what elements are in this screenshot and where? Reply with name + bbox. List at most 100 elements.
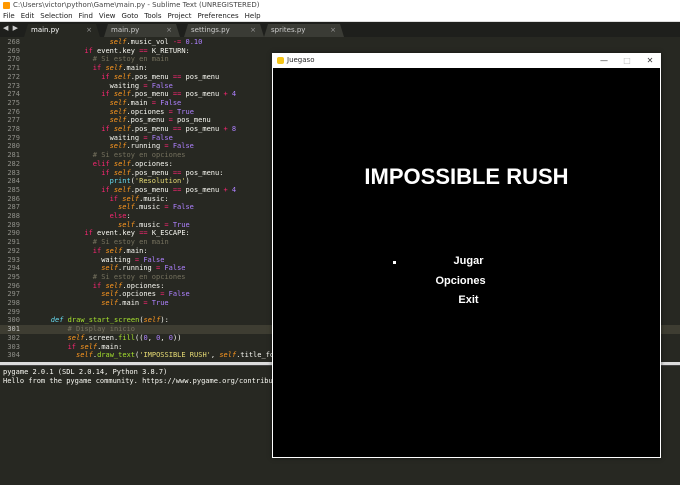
menu-project[interactable]: Project <box>165 11 195 22</box>
code-token: .running <box>126 142 165 151</box>
tab-close-icon[interactable]: × <box>330 24 336 37</box>
code-token: waiting <box>101 255 135 264</box>
window-titlebar: C:\Users\victor\python\Game\main.py - Su… <box>0 0 680 11</box>
menu-option-jugar[interactable]: Jugar <box>275 255 662 267</box>
tab-sprites-py[interactable]: sprites.py × <box>264 24 344 37</box>
code-text: waiting = False <box>110 134 173 143</box>
code-line[interactable]: 268 self.music_vol -= 0.10 <box>0 38 680 47</box>
line-number: 288 <box>7 212 20 220</box>
code-token: # Si estoy en opciones <box>92 151 186 160</box>
code-token: self <box>76 351 93 360</box>
code-token: self <box>105 64 123 73</box>
code-token: self <box>109 116 127 125</box>
code-token: self <box>101 290 119 299</box>
code-token: self <box>118 220 135 229</box>
tab-main-py-2[interactable]: main.py × <box>104 24 180 37</box>
tab-close-icon[interactable]: × <box>166 24 172 37</box>
pygame-snake-icon <box>277 57 284 64</box>
game-canvas[interactable]: IMPOSSIBLE RUSH Jugar Opciones Exit <box>273 68 660 457</box>
code-token: .music: <box>139 194 169 203</box>
code-text: print('Resolution') <box>110 177 190 186</box>
menu-goto[interactable]: Goto <box>119 11 142 22</box>
menu-option-exit[interactable]: Exit <box>275 294 662 306</box>
tab-close-icon[interactable]: × <box>86 24 92 37</box>
code-token: ) <box>185 177 190 186</box>
code-token: .main <box>126 98 152 107</box>
pygame-window[interactable]: Juegaso — □ ✕ IMPOSSIBLE RUSH Jugar Opci… <box>272 53 661 458</box>
pygame-window-titlebar[interactable]: Juegaso — □ ✕ <box>272 53 661 68</box>
close-icon[interactable]: ✕ <box>639 53 661 68</box>
menu-edit[interactable]: Edit <box>18 11 38 22</box>
line-number: 300 <box>7 316 20 325</box>
code-token: self <box>109 142 127 151</box>
code-token: .screen. <box>84 333 119 342</box>
game-title: IMPOSSIBLE RUSH <box>364 164 569 189</box>
code-token: True <box>172 220 190 229</box>
line-number: 297 <box>7 290 20 299</box>
line-number: 273 <box>7 81 20 90</box>
line-number: 274 <box>7 90 20 99</box>
code-token: 0.10 <box>181 38 203 46</box>
line-number: 292 <box>7 246 20 255</box>
menu-preferences[interactable]: Preferences <box>194 11 241 22</box>
code-token: 'IMPOSSIBLE RUSH' <box>139 351 211 360</box>
line-number: 296 <box>7 281 20 290</box>
line-number: 277 <box>7 116 20 125</box>
code-token: 'Resolution' <box>134 177 186 186</box>
code-token: .main <box>118 299 144 307</box>
menu-find[interactable]: Find <box>76 11 96 22</box>
code-token: -= <box>172 38 182 46</box>
code-token: # Si estoy en main <box>92 238 169 247</box>
tab-close-icon[interactable]: × <box>250 24 256 37</box>
menu-file[interactable]: File <box>0 11 18 22</box>
menu-view[interactable]: View <box>96 11 119 22</box>
code-token: .opciones: <box>130 159 173 168</box>
line-number: 283 <box>7 168 20 177</box>
code-token: if <box>101 185 110 194</box>
menu-tools[interactable]: Tools <box>141 11 164 22</box>
code-token: self <box>113 90 131 99</box>
line-number: 293 <box>7 255 20 264</box>
code-text: if self.main: <box>93 247 148 256</box>
tab-label: main.py <box>31 26 60 34</box>
code-token: event.key <box>92 229 140 238</box>
code-token: if <box>92 281 102 290</box>
code-text: self.music = True <box>118 221 190 230</box>
code-text: if self.main: <box>93 64 148 73</box>
menu-selection[interactable]: Selection <box>37 11 75 22</box>
menu-help[interactable]: Help <box>242 11 264 22</box>
menu-option-opciones[interactable]: Opciones <box>267 275 654 287</box>
code-token: .running <box>118 264 156 273</box>
console-line: Hello from the pygame community. https:/… <box>3 377 286 385</box>
code-token: 8 <box>227 125 237 133</box>
pygame-window-title: Juegaso <box>287 56 315 64</box>
code-token: # Display inicio <box>67 325 136 334</box>
code-text: self.music_vol -= 0.10 <box>110 38 203 47</box>
code-token: self <box>109 38 127 46</box>
code-token: pos_menu <box>181 125 224 133</box>
code-token: if <box>101 90 110 99</box>
code-token: if <box>101 168 110 177</box>
code-token: ): <box>160 316 169 325</box>
line-number: 268 <box>7 38 20 46</box>
code-token: .pos_menu <box>130 125 173 133</box>
code-token: K_RETURN: <box>147 46 190 55</box>
maximize-icon[interactable]: □ <box>616 53 638 68</box>
line-number: 286 <box>7 194 20 203</box>
code-text: waiting = False <box>101 256 164 265</box>
tab-settings-py[interactable]: settings.py × <box>184 24 264 37</box>
tab-main-py[interactable]: main.py × <box>24 24 100 37</box>
minimize-icon[interactable]: — <box>593 53 615 68</box>
code-token: # Si estoy en main <box>92 55 169 64</box>
line-number: 302 <box>7 333 20 342</box>
tab-navigation-arrows-icon[interactable]: ◀ ▶ <box>3 24 19 32</box>
line-number: 290 <box>7 229 20 238</box>
code-token: if <box>84 46 93 55</box>
line-number: 301 <box>7 325 20 334</box>
code-token: event.key <box>92 46 140 55</box>
line-number: 280 <box>7 142 20 151</box>
code-token: waiting <box>109 133 144 142</box>
code-token: if <box>92 246 102 255</box>
code-token: self <box>113 185 131 194</box>
code-token: self <box>113 72 131 81</box>
